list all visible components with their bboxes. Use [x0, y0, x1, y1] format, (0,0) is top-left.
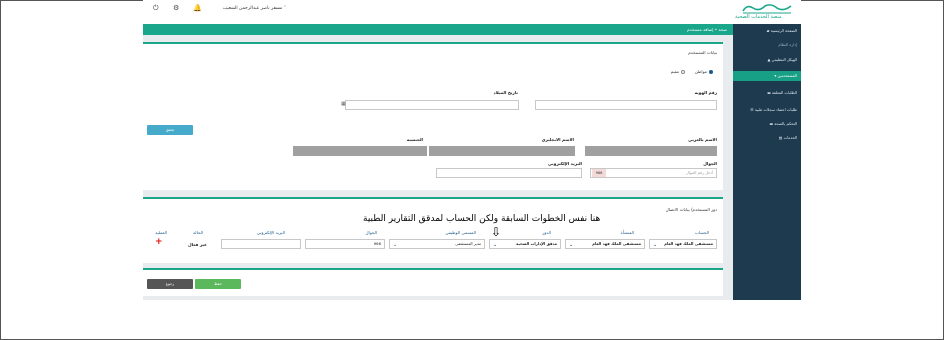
user-caret: ˅ [283, 6, 286, 11]
col-role: الدور [542, 230, 551, 235]
logo-area: منصة الخدمات الصحية [733, 0, 801, 24]
english-name-label: الاسم الانجليزي [541, 137, 574, 142]
breadcrumb-bar: صحة • إضافة مستخدم [143, 24, 733, 35]
power-icon[interactable]: ⏻ [153, 3, 159, 13]
facility-select[interactable]: مستشفى الملك فهد العام ⌄ [565, 239, 645, 249]
col-action: العملية [155, 230, 167, 235]
breadcrumb: صحة • إضافة مستخدم [687, 27, 727, 32]
role-mobile-input[interactable]: 966 [305, 239, 385, 249]
user-name: مسفر ناصر عبدالرحمن الشعيب [223, 6, 283, 11]
role-select[interactable]: مدقق الإدارات الصحية ⌄ [489, 239, 561, 249]
col-mobile: الجوال [365, 230, 377, 235]
status-value: غير فعال [188, 242, 207, 247]
sidebar-item-services[interactable]: الخدمات ▤ [735, 133, 797, 143]
col-status: الحالة [193, 230, 203, 235]
mobile-label: الجوال [703, 161, 717, 166]
radio-resident-label: مقيم [670, 69, 679, 74]
cancel-button[interactable]: رجوع [147, 279, 193, 289]
email-input[interactable] [436, 168, 582, 178]
roles-panel: دور المستخدم/ بيانات الاتصال هنا نفس الخ… [143, 197, 723, 263]
account-select[interactable]: مستشفى الملك فهد العام ⌄ [649, 239, 717, 249]
id-input[interactable] [535, 100, 717, 110]
radio-citizen-label: مواطن [694, 69, 707, 74]
sidebar-item-system[interactable]: إدارة النظام [735, 40, 797, 50]
footer-panel: رجوع حفظ [143, 268, 723, 296]
dob-label: تاريخ الميلاد [493, 90, 518, 95]
settings-icon[interactable]: ⚙ [173, 3, 179, 13]
full-name-label: الاسم بالعربي [688, 137, 717, 142]
add-icon[interactable]: + [155, 237, 163, 247]
nationality-label: الجنسية [406, 137, 423, 142]
col-account: الحساب [694, 230, 709, 235]
roles-section-title: دور المستخدم/ بيانات الاتصال [665, 207, 717, 212]
sidebar-item-home[interactable]: الصفحة الرئيسية ▰ [735, 26, 797, 36]
mobile-prefix: 966 [592, 169, 606, 177]
chevron-down-icon: ⌄ [393, 242, 398, 248]
arrow-down-icon: ⇩ [491, 225, 502, 239]
chevron-down-icon: ⌄ [493, 242, 498, 248]
bell-icon[interactable]: 🔔 [193, 3, 202, 13]
sehha-logo [742, 4, 792, 14]
save-button[interactable]: حفظ [195, 279, 241, 289]
annotation-text: هنا نفس الخطوات السابقة ولكن الحساب لمدق… [363, 214, 601, 224]
chevron-down-icon: ⌄ [653, 242, 658, 248]
job-title-select[interactable]: مدير المستشفى ⌄ [389, 239, 485, 249]
radio-citizen[interactable] [709, 70, 713, 74]
logo-subtitle: منصة الخدمات الصحية [735, 14, 782, 20]
email-label: البريد الإلكتروني [547, 161, 582, 166]
english-name-input [429, 146, 575, 156]
user-data-panel: بيانات المستخدم مواطن مقيم رقم الهوية تا… [143, 42, 723, 190]
radio-resident[interactable] [681, 70, 685, 74]
verify-button[interactable]: تحقق [147, 125, 193, 135]
col-email: البريد الإلكتروني [256, 230, 285, 235]
top-bar: ⏻ ⚙ 🔔 ˅ مسفر ناصر عبدالرحمن الشعيب [143, 0, 800, 24]
chevron-down-icon: ⌄ [569, 242, 574, 248]
col-job-title: المسمى الوظيفي [445, 230, 476, 235]
section-title: بيانات المستخدم [688, 50, 717, 55]
calendar-icon[interactable]: ▦ [341, 101, 346, 107]
nationality-input [293, 146, 427, 156]
col-facility: المنشأة [620, 230, 634, 235]
user-menu[interactable]: ˅ مسفر ناصر عبدالرحمن الشعيب [223, 6, 286, 11]
sidebar-item-org[interactable]: الهيكل التنظيمي ▲ [735, 55, 797, 65]
role-email-input[interactable] [221, 239, 301, 249]
mobile-input[interactable]: أدخل رقم الجوال [590, 168, 717, 178]
sidebar-item-users[interactable]: المستخدمين ▾ [733, 71, 801, 81]
dob-input[interactable] [345, 100, 519, 110]
full-name-input [585, 146, 717, 156]
sidebar: الصفحة الرئيسية ▰ إدارة النظام الهيكل ال… [733, 24, 801, 300]
id-label: رقم الهوية [694, 90, 717, 95]
sidebar-item-health[interactable]: التحكم بالصحة ▬ [735, 119, 797, 129]
sidebar-item-pending[interactable]: الطلبات المعلقة ▬ [735, 88, 797, 98]
sidebar-item-records[interactable]: طلبات اعتماد سجلات طبية ☰ [735, 105, 797, 115]
